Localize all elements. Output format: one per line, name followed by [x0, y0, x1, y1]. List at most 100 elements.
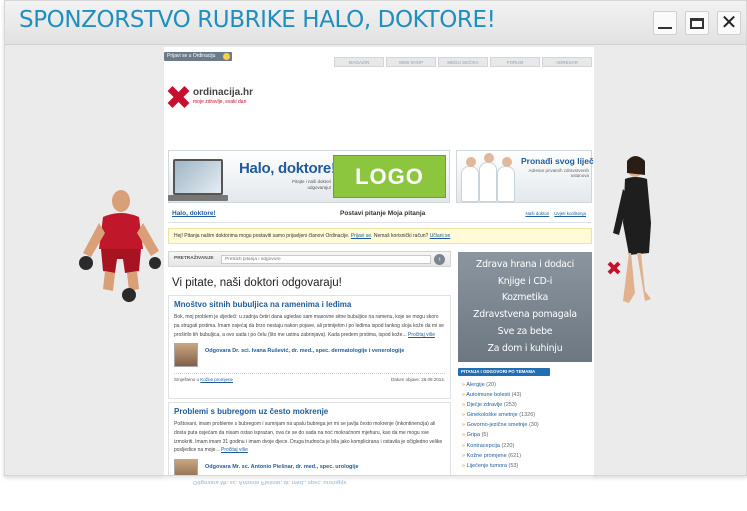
topic-link[interactable]: Liječenje tumora (53) [462, 461, 592, 471]
answering-doctor[interactable]: Odgovara Dr. sci. Ivana Rušević, dr. med… [205, 348, 435, 355]
embedded-webpage: Prijavi se u Ordinaciju MAGAZIN WEB SHOP… [164, 47, 594, 475]
question-title[interactable]: Mnoštvo sitnih bubuljica na ramenima i l… [174, 300, 445, 309]
answering-doctor[interactable]: Odgovara Mr. sc. Antonio Piešnar, dr. me… [205, 464, 435, 471]
find-doctor-banner[interactable]: Pronađi svog liječnika! Adresar privatni… [456, 150, 594, 203]
question-card: Mnoštvo sitnih bubuljica na ramenima i l… [168, 295, 451, 399]
search-input[interactable] [221, 255, 431, 264]
site-login-button[interactable]: Prijavi se u Ordinaciju [164, 52, 232, 61]
category-item[interactable]: Zdravstvena pomagala [458, 307, 592, 324]
find-doctor-subtitle: Adresar privatnih zdravstvenih ustanova [528, 168, 589, 178]
sponsor-logo-placeholder[interactable]: LOGO [333, 155, 446, 198]
topic-link[interactable]: Autoimune bolesti (43) [462, 390, 592, 400]
tab-adresar[interactable]: ADRESAR [542, 57, 592, 67]
brand-tagline: moje zdravlje, svaki dan [193, 99, 247, 105]
brand-name: ordinacija.hr [193, 87, 254, 98]
tab-forum[interactable]: FORUM [490, 57, 540, 67]
app-window: SPONZORSTVO RUBRIKE HALO, DOKTORE! ✕ Pri… [4, 0, 747, 476]
topic-link[interactable]: Alergije (20) [462, 380, 592, 390]
topic-link[interactable]: Kontracepcija (220) [462, 441, 592, 451]
topic-link[interactable]: Govorno-jezične smetnje (30) [462, 420, 592, 430]
topic-count: (43) [511, 392, 522, 399]
notice-text: Hej! Pitanja našim doktorima mogu postav… [174, 233, 350, 239]
section-nav: Halo, doktore! Postavi pitanje Moja pita… [168, 207, 592, 223]
question-title[interactable]: Problemi s bubregom uz često mokrenje [174, 407, 445, 416]
login-notice: Hej! Pitanja našim doktorima mogu postav… [168, 228, 592, 244]
title-bar: SPONZORSTVO RUBRIKE HALO, DOKTORE! ✕ [5, 1, 746, 45]
halo-doktore-banner[interactable]: Halo, doktore! Pitajte i naši doktori od… [168, 150, 450, 203]
topic-name: Dječje zdravlje [466, 402, 503, 409]
main-heading: Vi pitate, naši doktori odgovaraju! [172, 277, 342, 289]
find-doctor-title: Pronađi svog liječnika! [521, 156, 594, 166]
category-link[interactable]: Kožne promjene [200, 377, 233, 382]
topic-count: (30) [528, 422, 539, 429]
site-logo[interactable]: ordinacija.hr moje zdravlje, svaki dan [166, 81, 266, 111]
red-cross-icon [166, 85, 190, 109]
user-icon [223, 53, 230, 60]
search-submit-button[interactable]: › [434, 254, 445, 265]
athlete-figure [79, 190, 161, 302]
category-item[interactable]: Sve za bebe [458, 324, 592, 341]
halo-banner-title: Halo, doktore! [239, 160, 336, 177]
nav-halo-doktore[interactable]: Halo, doktore! [172, 210, 216, 217]
category-item[interactable]: Knjige i CD-i [458, 274, 592, 291]
question-text: Poštovani, imam probleme s bubregom i su… [174, 420, 445, 455]
tab-web-shop[interactable]: WEB SHOP [386, 57, 436, 67]
close-button[interactable]: ✕ [717, 11, 741, 35]
nav-my-questions[interactable]: Moja pitanja [388, 210, 426, 217]
maximize-button[interactable] [685, 11, 709, 35]
publish-date: Datum objave: 26.09.2014. [390, 377, 445, 383]
search-bar: PRETRAŽIVANJE › [168, 251, 451, 267]
topic-name: Ginekološke smetnje [466, 412, 518, 419]
tab-medij[interactable]: MEDIJ SEČIKA [438, 57, 488, 67]
question-body: Poštovani, imam probleme s bubregom i su… [174, 421, 443, 454]
nav-secondary: Naši doktori Uvjeti korištenja [520, 211, 586, 216]
tab-magazin[interactable]: MAGAZIN [334, 57, 384, 67]
topic-link[interactable]: Gripa (5) [462, 430, 592, 440]
category-item[interactable]: Kozmetika [458, 290, 592, 307]
topic-link[interactable]: Dječje zdravlje (253) [462, 400, 592, 410]
topic-name: Liječenje tumora [466, 462, 507, 469]
nav-terms[interactable]: Uvjeti korištenja [554, 211, 586, 216]
halo-banner-subtitle: Pitajte i naši doktori odgovaraju! [291, 179, 331, 190]
site-top-tabs: MAGAZIN WEB SHOP MEDIJ SEČIKA FORUM ADRE… [334, 57, 592, 67]
arrow-right-icon: › [438, 256, 441, 263]
category-item[interactable]: Za dom i kuhinju [458, 341, 592, 358]
reflected-answer: Odgovara Mr. sc. Antonio Piešnar, dr. me… [193, 479, 347, 485]
read-more-link[interactable]: Pročitaj više [408, 332, 435, 338]
minimize-button[interactable] [653, 11, 677, 35]
window-title: SPONZORSTVO RUBRIKE HALO, DOKTORE! [19, 7, 496, 33]
question-text: Bok, moj problem je sljedeći: u zadnja č… [174, 313, 445, 339]
topic-name: Gripa [466, 432, 481, 439]
topic-name: Alergije [466, 382, 485, 388]
topic-link[interactable]: Kožne promjene (621) [462, 451, 592, 461]
nav-ask-question[interactable]: Postavi pitanje [340, 210, 386, 217]
topic-count: (1326) [519, 412, 536, 419]
nav-actions: Postavi pitanje Moja pitanja [340, 210, 425, 217]
maximize-icon [690, 17, 704, 29]
answer-row: Odgovara Mr. sc. Antonio Piešnar, dr. me… [174, 459, 445, 475]
site-top-strip: Prijavi se u Ordinaciju MAGAZIN WEB SHOP… [164, 47, 594, 67]
answer-row: Odgovara Dr. sci. Ivana Rušević, dr. med… [174, 343, 445, 371]
category-item[interactable]: Zdrava hrana i dodaci [458, 257, 592, 274]
nav-our-doctors[interactable]: Naši doktori [525, 211, 549, 216]
read-more-link[interactable]: Pročitaj više [221, 447, 248, 453]
topic-name: Govorno-jezične smetnje [466, 422, 528, 429]
topics-list: PITANJA I ODGOVORI PO TEMAMA Alergije (2… [458, 368, 592, 471]
notice-login-link[interactable]: Prijavi se [351, 233, 371, 239]
doctor-avatar [174, 343, 198, 368]
notice-register-link[interactable]: Učlani se [430, 233, 451, 239]
topic-count: (53) [508, 462, 519, 469]
topic-link[interactable]: Ginekološke smetnje (1326) [462, 410, 592, 420]
topic-count: (621) [508, 452, 522, 459]
topic-count: (220) [501, 442, 515, 449]
question-body: Bok, moj problem je sljedeći: u zadnja č… [174, 314, 444, 338]
topic-count: (5) [481, 432, 489, 439]
doctor-figure [607, 156, 651, 303]
notice-question: Nemaš korisnički račun? [373, 233, 429, 239]
category-info: Smješteno u Kožne promjene [174, 377, 233, 382]
reflected-page: Odgovara Mr. sc. Antonio Piešnar, dr. me… [163, 476, 593, 511]
topic-count: (253) [503, 402, 517, 409]
laptop-icon [168, 159, 228, 201]
doctor-avatar [174, 459, 198, 475]
category-prefix: Smješteno u [174, 377, 200, 383]
